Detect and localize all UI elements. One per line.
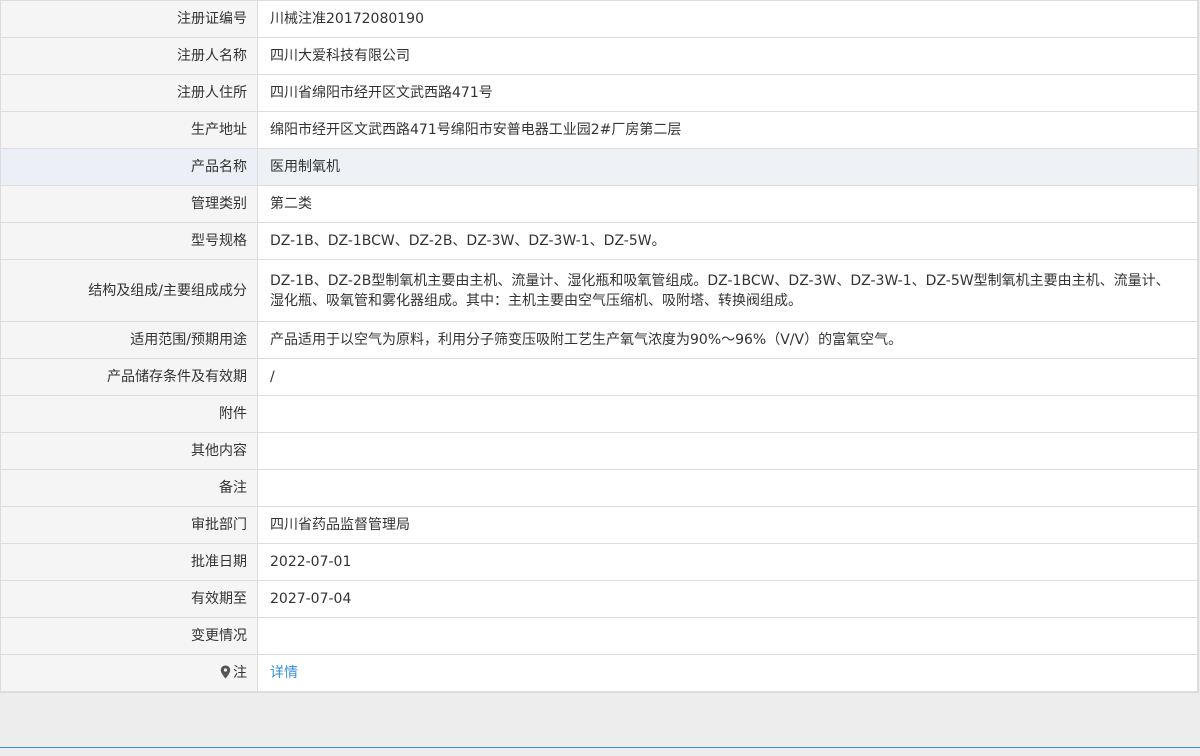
row-value	[257, 432, 1198, 470]
row-value	[257, 617, 1198, 655]
row-value	[257, 395, 1198, 433]
row-value: DZ-1B、DZ-2B型制氧机主要由主机、流量计、湿化瓶和吸氧管组成。DZ-1B…	[257, 259, 1198, 322]
row-value: 第二类	[257, 185, 1198, 223]
row-registration-number: 注册证编号 川械注准20172080190	[0, 0, 1198, 38]
details-link[interactable]: 详情	[270, 665, 298, 681]
row-value: 四川省绵阳市经开区文武西路471号	[257, 74, 1198, 112]
row-product-name: 产品名称 医用制氧机	[0, 148, 1198, 186]
row-label: 适用范围/预期用途	[0, 321, 258, 359]
row-label: 有效期至	[0, 580, 258, 618]
row-valid-until: 有效期至 2027-07-04	[0, 580, 1198, 618]
row-value: 绵阳市经开区文武西路471号绵阳市安普电器工业园2#厂房第二层	[257, 111, 1198, 149]
row-change-status: 变更情况	[0, 617, 1198, 655]
registration-detail-panel: 注册证编号 川械注准20172080190 注册人名称 四川大爱科技有限公司 注…	[0, 0, 1199, 693]
row-value: 医用制氧机	[257, 148, 1198, 186]
note-label: 注	[233, 665, 247, 681]
row-label: 产品名称	[0, 148, 258, 186]
row-label: 注册证编号	[0, 0, 258, 38]
row-remarks: 备注	[0, 469, 1198, 507]
row-label: 产品储存条件及有效期	[0, 358, 258, 396]
row-label: 备注	[0, 469, 258, 507]
row-label: 生产地址	[0, 111, 258, 149]
row-value: 川械注准20172080190	[257, 0, 1198, 38]
row-label: 注册人住所	[0, 74, 258, 112]
row-production-address: 生产地址 绵阳市经开区文武西路471号绵阳市安普电器工业园2#厂房第二层	[0, 111, 1198, 149]
row-attachment: 附件	[0, 395, 1198, 433]
row-label: 其他内容	[0, 432, 258, 470]
section-divider	[0, 747, 1200, 748]
row-storage-validity: 产品储存条件及有效期 /	[0, 358, 1198, 396]
row-value: /	[257, 358, 1198, 396]
row-label: 附件	[0, 395, 258, 433]
row-value: 2022-07-01	[257, 543, 1198, 581]
row-approval-department: 审批部门 四川省药品监督管理局	[0, 506, 1198, 544]
row-value: DZ-1B、DZ-1BCW、DZ-2B、DZ-3W、DZ-3W-1、DZ-5W。	[257, 222, 1198, 260]
row-value: 2027-07-04	[257, 580, 1198, 618]
pin-icon	[220, 665, 231, 679]
row-structure-composition: 结构及组成/主要组成成分 DZ-1B、DZ-2B型制氧机主要由主机、流量计、湿化…	[0, 259, 1198, 322]
row-label: 注册人名称	[0, 37, 258, 75]
row-registrant-name: 注册人名称 四川大爱科技有限公司	[0, 37, 1198, 75]
row-value: 产品适用于以空气为原料，利用分子筛变压吸附工艺生产氧气浓度为90%～96%（V/…	[257, 321, 1198, 359]
row-management-category: 管理类别 第二类	[0, 185, 1198, 223]
row-value: 详情	[257, 654, 1198, 692]
row-label: 批准日期	[0, 543, 258, 581]
registration-detail-table: 注册证编号 川械注准20172080190 注册人名称 四川大爱科技有限公司 注…	[0, 0, 1198, 692]
row-note: 注 详情	[0, 654, 1198, 692]
row-intended-use: 适用范围/预期用途 产品适用于以空气为原料，利用分子筛变压吸附工艺生产氧气浓度为…	[0, 321, 1198, 359]
row-other-content: 其他内容	[0, 432, 1198, 470]
row-model-spec: 型号规格 DZ-1B、DZ-1BCW、DZ-2B、DZ-3W、DZ-3W-1、D…	[0, 222, 1198, 260]
row-value: 四川省药品监督管理局	[257, 506, 1198, 544]
row-label: 管理类别	[0, 185, 258, 223]
row-label: 结构及组成/主要组成成分	[0, 259, 258, 322]
row-registrant-address: 注册人住所 四川省绵阳市经开区文武西路471号	[0, 74, 1198, 112]
row-label: 审批部门	[0, 506, 258, 544]
row-label: 变更情况	[0, 617, 258, 655]
row-label: 注	[0, 654, 258, 692]
row-approval-date: 批准日期 2022-07-01	[0, 543, 1198, 581]
row-value	[257, 469, 1198, 507]
row-value: 四川大爱科技有限公司	[257, 37, 1198, 75]
row-label: 型号规格	[0, 222, 258, 260]
